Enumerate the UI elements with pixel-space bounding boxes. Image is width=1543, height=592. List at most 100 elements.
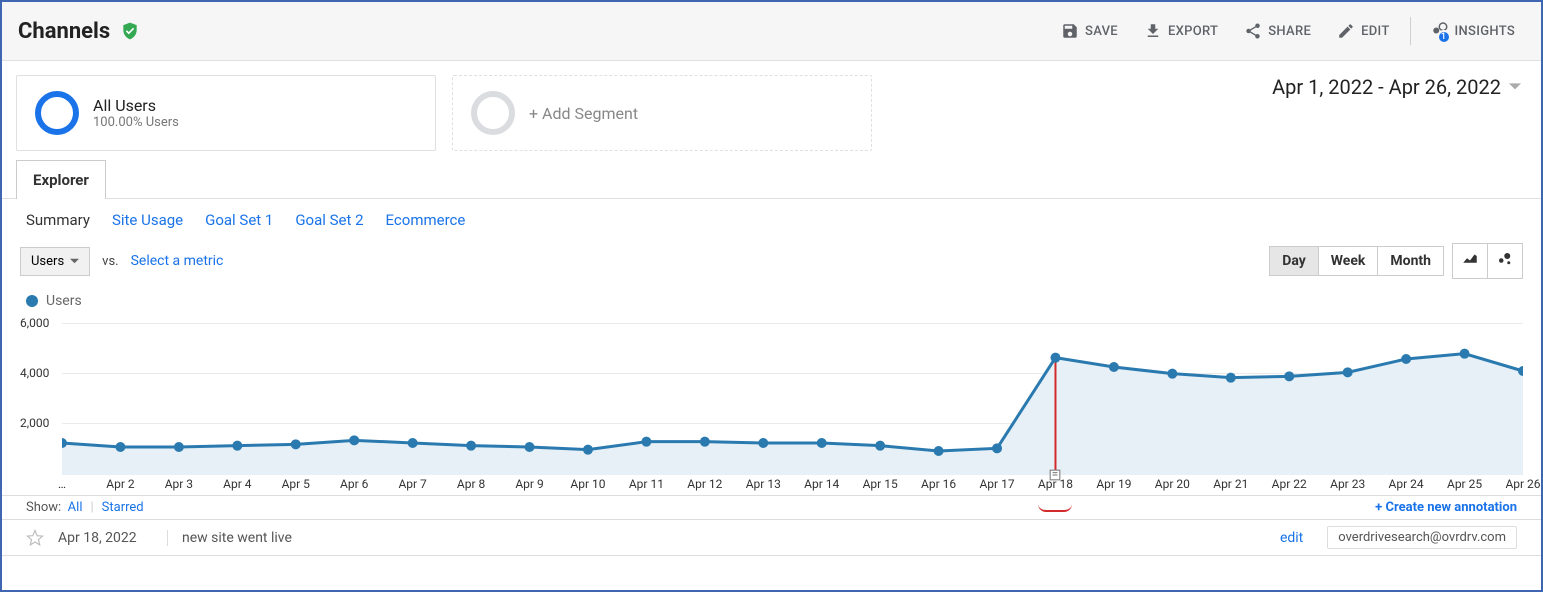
x-tick: Apr 16	[921, 477, 956, 491]
legend-dot	[26, 295, 38, 307]
right-controls: Day Week Month	[1269, 243, 1523, 279]
insights-label: INSIGHTS	[1455, 24, 1515, 39]
export-button[interactable]: EXPORT	[1134, 16, 1228, 46]
x-tick: Apr 17	[979, 477, 1014, 491]
subtab-goal-set-1[interactable]: Goal Set 1	[205, 211, 273, 229]
x-tick: …	[58, 477, 66, 491]
save-button[interactable]: SAVE	[1051, 16, 1128, 46]
x-tick: Apr 12	[687, 477, 722, 491]
show-label: Show:	[26, 500, 61, 515]
save-icon	[1061, 22, 1079, 40]
add-segment-card[interactable]: + Add Segment	[452, 75, 872, 151]
chart-area: 6,000 4,000 2,000 …Apr 2Apr 3Apr 4Apr 5A…	[20, 315, 1523, 493]
insights-badge: 1	[1437, 30, 1451, 44]
select-metric-link[interactable]: Select a metric	[131, 253, 224, 269]
action-divider	[1410, 17, 1411, 45]
x-tick: Apr 21	[1213, 477, 1248, 491]
pencil-icon	[1337, 22, 1355, 40]
insights-button[interactable]: 1 INSIGHTS	[1421, 14, 1525, 48]
legend-label: Users	[46, 293, 82, 309]
subtab-ecommerce[interactable]: Ecommerce	[386, 211, 466, 229]
x-tick: Apr 10	[570, 477, 605, 491]
x-tick: Apr 23	[1330, 477, 1365, 491]
share-button[interactable]: SHARE	[1234, 16, 1321, 46]
metric-selector[interactable]: Users	[20, 247, 90, 276]
subtab-summary[interactable]: Summary	[26, 211, 90, 229]
x-tick: Apr 19	[1096, 477, 1131, 491]
tabs-bar: Explorer	[2, 159, 1541, 199]
chart-plot[interactable]	[62, 315, 1523, 475]
vs-label: vs.	[102, 254, 118, 269]
annotation-row: Apr 18, 2022 new site went live edit ove…	[2, 520, 1541, 556]
x-tick: Apr 3	[165, 477, 193, 491]
x-tick: Apr 22	[1272, 477, 1307, 491]
create-annotation-link[interactable]: + Create new annotation	[1375, 500, 1517, 515]
metric-selector-label: Users	[31, 254, 64, 269]
tab-explorer[interactable]: Explorer	[16, 160, 106, 199]
segment-sublabel: 100.00% Users	[93, 115, 179, 130]
annotation-author: overdrivesearch@ovrdrv.com	[1327, 526, 1517, 549]
segments-row: All Users 100.00% Users + Add Segment Ap…	[2, 61, 1541, 159]
chart-controls: Users vs. Select a metric Day Week Month	[2, 233, 1541, 289]
chart-type-group	[1452, 243, 1523, 279]
x-tick: Apr 8	[457, 477, 485, 491]
x-tick: Apr 14	[804, 477, 839, 491]
annotation-date: Apr 18, 2022	[58, 530, 153, 546]
granularity-day[interactable]: Day	[1270, 247, 1319, 275]
x-tick: Apr 18	[1038, 477, 1073, 491]
subtabs: Summary Site Usage Goal Set 1 Goal Set 2…	[2, 199, 1541, 233]
shield-check-icon	[120, 21, 140, 41]
header-left: Channels	[18, 19, 140, 44]
x-tick: Apr 24	[1389, 477, 1424, 491]
segment-ring-icon	[35, 91, 79, 135]
x-tick: Apr 7	[398, 477, 426, 491]
save-label: SAVE	[1085, 24, 1118, 39]
date-range-picker[interactable]: Apr 1, 2022 - Apr 26, 2022	[1272, 75, 1527, 99]
y-tick-6000: 6,000	[20, 316, 49, 330]
edit-button[interactable]: EDIT	[1327, 16, 1399, 46]
x-tick: Apr 20	[1155, 477, 1190, 491]
share-icon	[1244, 22, 1262, 40]
star-icon[interactable]	[26, 529, 44, 547]
x-tick: Apr 6	[340, 477, 368, 491]
segment-text: All Users 100.00% Users	[93, 96, 179, 130]
page-title: Channels	[18, 19, 110, 44]
line-chart-button[interactable]	[1453, 244, 1488, 278]
granularity-week[interactable]: Week	[1319, 247, 1379, 275]
segment-label: All Users	[93, 96, 179, 115]
y-tick-2000: 2,000	[20, 416, 49, 430]
annotation-text: new site went live	[167, 530, 1256, 546]
motion-chart-button[interactable]	[1488, 244, 1522, 278]
annotation-filter-bar: Show: All | Starred + Create new annotat…	[2, 495, 1541, 520]
x-tick: Apr 4	[223, 477, 251, 491]
filter-all[interactable]: All	[68, 500, 83, 515]
x-axis-labels: …Apr 2Apr 3Apr 4Apr 5Apr 6Apr 7Apr 8Apr …	[62, 477, 1523, 493]
export-icon	[1144, 22, 1162, 40]
x-tick: Apr 15	[863, 477, 898, 491]
annotation-edit-link[interactable]: edit	[1270, 530, 1313, 546]
x-tick: Apr 5	[282, 477, 310, 491]
x-tick: Apr 25	[1447, 477, 1482, 491]
subtab-site-usage[interactable]: Site Usage	[112, 211, 183, 229]
export-label: EXPORT	[1168, 24, 1218, 39]
x-tick: Apr 13	[746, 477, 781, 491]
x-tick: Apr 11	[629, 477, 664, 491]
segment-all-users[interactable]: All Users 100.00% Users	[16, 75, 436, 151]
y-tick-4000: 4,000	[20, 366, 49, 380]
date-range-label: Apr 1, 2022 - Apr 26, 2022	[1272, 75, 1501, 99]
filter-separator: |	[82, 500, 101, 515]
insights-icon-wrap: 1	[1431, 20, 1449, 42]
granularity-group: Day Week Month	[1269, 246, 1444, 276]
segment-ring-grey-icon	[471, 91, 515, 135]
edit-label: EDIT	[1361, 24, 1389, 39]
x-tick: Apr 26	[1505, 477, 1540, 491]
line-chart-icon	[1461, 250, 1479, 268]
chevron-down-icon	[70, 257, 79, 266]
header-bar: Channels SAVE EXPORT SHARE EDIT 1 INSIGH…	[2, 2, 1541, 61]
subtab-goal-set-2[interactable]: Goal Set 2	[295, 211, 363, 229]
x-tick: Apr 9	[515, 477, 543, 491]
add-segment-label: + Add Segment	[529, 104, 638, 123]
granularity-month[interactable]: Month	[1378, 247, 1443, 275]
share-label: SHARE	[1268, 24, 1311, 39]
filter-starred[interactable]: Starred	[102, 500, 144, 515]
